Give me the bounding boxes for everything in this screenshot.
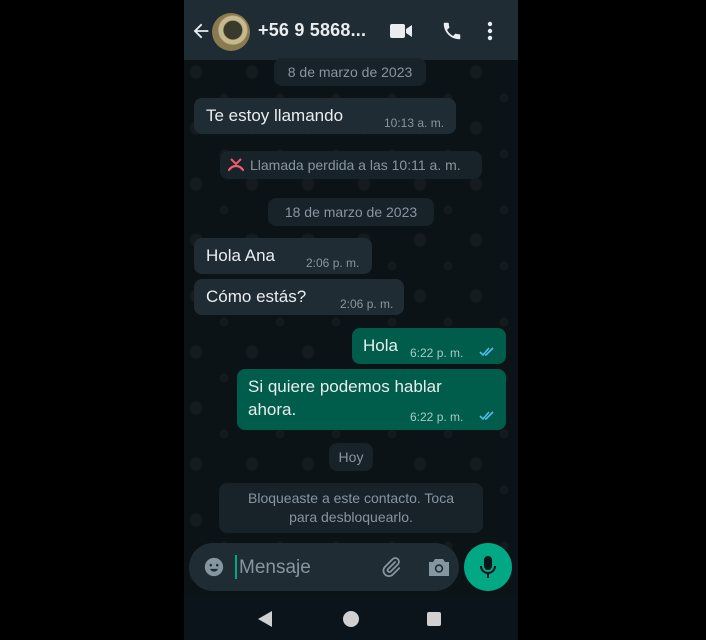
message-time: 2:06 p. m. xyxy=(340,297,394,311)
system-navigation-bar xyxy=(184,596,518,640)
emoji-icon[interactable] xyxy=(203,556,225,578)
attach-icon[interactable] xyxy=(380,555,402,579)
missed-call-notice[interactable]: Llamada perdida a las 10:11 a. m. xyxy=(220,151,482,179)
microphone-icon xyxy=(480,556,496,578)
message-bubble-incoming[interactable]: Te estoy llamando 10:13 a. m. xyxy=(194,98,456,134)
blocked-notice-line: Bloqueaste a este contacto. Toca xyxy=(248,490,454,506)
date-separator: 18 de marzo de 2023 xyxy=(268,198,434,226)
message-bubble-outgoing[interactable]: Hola 6:22 p. m. xyxy=(352,328,506,364)
avatar[interactable] xyxy=(212,13,250,51)
message-input[interactable] xyxy=(237,552,371,584)
nav-recents-icon[interactable] xyxy=(427,612,441,626)
message-bubble-incoming[interactable]: Hola Ana 2:06 p. m. xyxy=(194,238,372,274)
read-receipt-icon xyxy=(479,411,494,421)
message-time: 6:22 p. m. xyxy=(410,410,464,424)
message-time: 6:22 p. m. xyxy=(410,346,464,360)
phone-screen: +56 9 5868... 8 de marzo de 2023 Te esto… xyxy=(184,0,518,640)
blocked-notice-line: para desbloquearlo. xyxy=(289,509,413,525)
date-separator: Hoy xyxy=(329,443,373,471)
message-text: Hola xyxy=(363,336,398,355)
message-time: 10:13 a. m. xyxy=(384,116,445,130)
back-arrow-icon[interactable] xyxy=(190,20,212,42)
message-bubble-incoming[interactable]: Cómo estás? 2:06 p. m. xyxy=(194,279,404,315)
message-text-line: ahora. xyxy=(248,400,297,419)
read-receipt-icon xyxy=(479,347,494,357)
message-text: Cómo estás? xyxy=(206,287,307,306)
date-separator: 8 de marzo de 2023 xyxy=(274,58,426,86)
message-composer xyxy=(189,543,459,591)
missed-call-icon xyxy=(228,158,244,172)
message-text: Te estoy llamando xyxy=(206,106,344,125)
more-options-icon[interactable] xyxy=(486,20,494,42)
chat-header: +56 9 5868... xyxy=(184,0,518,60)
voice-call-icon[interactable] xyxy=(441,20,463,42)
video-call-icon[interactable] xyxy=(389,22,413,40)
contact-name[interactable]: +56 9 5868... xyxy=(258,20,366,41)
message-time: 2:06 p. m. xyxy=(306,256,360,270)
message-text: Hola Ana xyxy=(206,246,275,265)
missed-call-text: Llamada perdida a las 10:11 a. m. xyxy=(250,157,461,173)
voice-message-button[interactable] xyxy=(464,543,512,591)
message-bubble-outgoing[interactable]: Si quiere podemos hablar ahora. 6:22 p. … xyxy=(237,369,506,430)
message-text-line: Si quiere podemos hablar xyxy=(248,377,442,396)
camera-icon[interactable] xyxy=(427,557,451,577)
blocked-contact-notice[interactable]: Bloqueaste a este contacto. Toca para de… xyxy=(219,483,483,533)
nav-back-icon[interactable] xyxy=(257,610,273,628)
nav-home-icon[interactable] xyxy=(343,611,359,627)
